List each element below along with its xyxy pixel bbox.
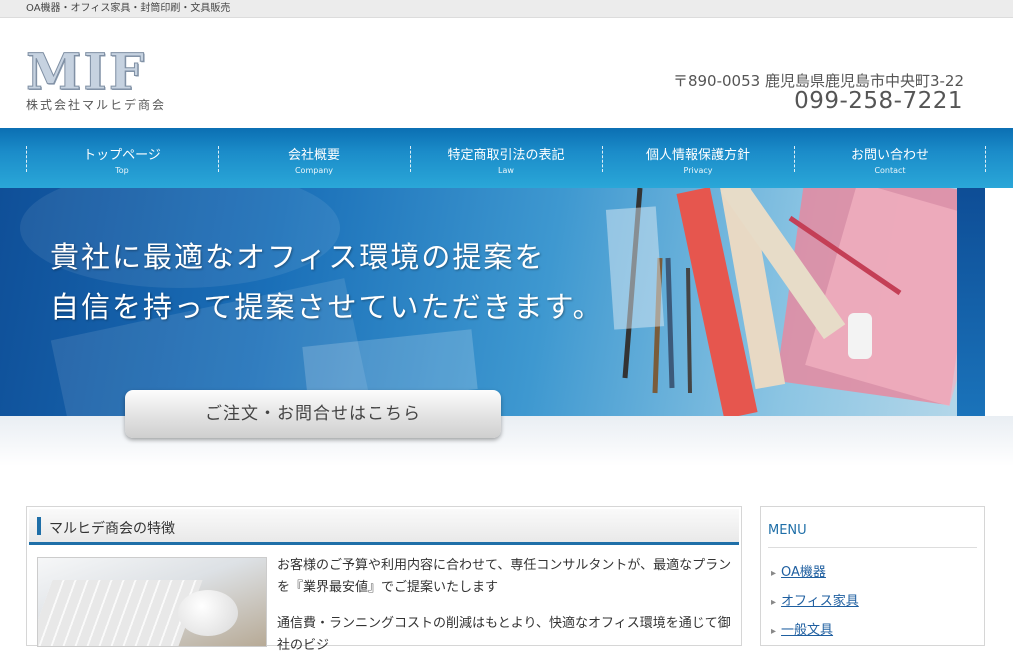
hero: 貴社に最適なオフィス環境の提案を 自信を持って提案させていただきます。 ご注文・…	[0, 188, 1013, 466]
hero-line-2: 自信を持って提案させていただきます。	[50, 290, 604, 324]
order-inquiry-button[interactable]: ご注文・お問合せはこちら	[125, 390, 501, 438]
features-title: マルヒデ商会の特徴	[49, 521, 175, 537]
top-tagline: OA機器・オフィス家具・封筒印刷・文具販売	[0, 0, 1013, 18]
nav-label-en: Contact	[874, 166, 906, 175]
header: MIF 株式会社マルヒデ商会 〒890-0053 鹿児島県鹿児島市中央町3-22…	[0, 18, 1013, 128]
sidebar-menu: MENU OA機器 オフィス家具 一般文具	[760, 506, 985, 646]
nav-label-jp: トップページ	[83, 148, 161, 163]
hero-banner-image: 貴社に最適なオフィス環境の提案を 自信を持って提案させていただきます。	[0, 188, 985, 416]
company-phone: 099-258-7221	[794, 88, 963, 114]
nav-item-company[interactable]: 会社概要 Company	[218, 128, 410, 188]
menu-list: OA機器 オフィス家具 一般文具	[771, 559, 859, 646]
menu-item-oa[interactable]: OA機器	[771, 559, 859, 588]
features-text: お客様のご予算や利用内容に合わせて、専任コンサルタントが、最適なプランを『業界最…	[277, 555, 737, 657]
nav-label-jp: 会社概要	[287, 148, 340, 163]
hero-side-strip	[957, 188, 985, 416]
hero-line-1: 貴社に最適なオフィス環境の提案を	[50, 240, 546, 274]
nav-label-jp: お問い合わせ	[850, 148, 929, 163]
nav-item-top[interactable]: トップページ Top	[26, 128, 218, 188]
logo-mark: MIF	[26, 42, 147, 101]
mouse-image	[178, 590, 238, 636]
nav-item-privacy[interactable]: 個人情報保護方針 Privacy	[602, 128, 794, 188]
nav-label-en: Law	[498, 166, 514, 175]
nav-label-en: Company	[294, 166, 334, 175]
global-nav: トップページ Top 会社概要 Company 特定商取引法の表記 Law 個人…	[0, 128, 1013, 188]
features-box: マルヒデ商会の特徴 お客様のご予算や利用内容に合わせて、専任コンサルタントが、最…	[26, 506, 742, 653]
logo-company-name: 株式会社マルヒデ商会	[26, 98, 167, 112]
menu-divider	[768, 547, 977, 548]
features-header: マルヒデ商会の特徴	[29, 509, 739, 545]
office-photo	[37, 557, 267, 647]
menu-item-stationery[interactable]: 一般文具	[771, 617, 859, 646]
nav-label-en: Top	[115, 166, 129, 175]
nav-label-jp: 特定商取引法の表記	[447, 148, 565, 163]
nav-item-law[interactable]: 特定商取引法の表記 Law	[410, 128, 602, 188]
menu-item-furniture[interactable]: オフィス家具	[771, 588, 859, 617]
nav-item-contact[interactable]: お問い合わせ Contact	[794, 128, 986, 188]
nav-label-en: Privacy	[683, 166, 713, 175]
menu-title: MENU	[768, 523, 807, 538]
hero-headline: 貴社に最適なオフィス環境の提案を 自信を持って提案させていただきます。	[50, 232, 604, 332]
company-logo[interactable]: MIF 株式会社マルヒデ商会	[26, 42, 198, 113]
features-paragraph-2: 通信費・ランニングコストの削減はもとより、快適なオフィス環境を通じて御社のビジ	[277, 616, 731, 653]
features-paragraph-1: お客様のご予算や利用内容に合わせて、専任コンサルタントが、最適なプランを『業界最…	[277, 558, 732, 595]
nav-label-jp: 個人情報保護方針	[645, 148, 750, 163]
